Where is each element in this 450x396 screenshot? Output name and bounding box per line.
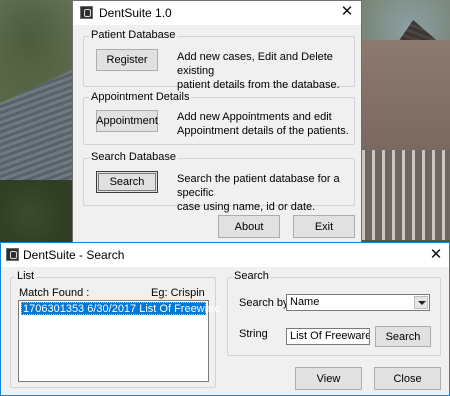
main-window-title: DentSuite 1.0 — [99, 6, 172, 20]
patient-description: Add new cases, Edit and Delete existing … — [177, 50, 361, 92]
close-icon[interactable]: ✕ — [422, 245, 450, 265]
list-group-label: List — [15, 270, 37, 283]
appointment-description-line2: Appointment details of the patients. — [177, 125, 349, 137]
tooth-app-icon — [80, 6, 93, 19]
appointment-button[interactable]: Appointment — [96, 110, 158, 132]
example-label: Eg: Crispin — [151, 287, 205, 299]
close-icon[interactable]: ✕ — [333, 2, 361, 22]
view-button[interactable]: View — [295, 367, 362, 390]
search-database-button[interactable]: Search — [96, 171, 158, 193]
register-button[interactable]: Register — [96, 49, 158, 71]
about-button[interactable]: About — [218, 215, 280, 238]
appointment-description: Add new Appointments and edit Appointmen… — [177, 110, 349, 138]
tooth-app-icon — [6, 248, 19, 261]
search-description-line2: case using name, id or date. — [177, 201, 316, 213]
search-titlebar: DentSuite - Search ✕ — [1, 243, 449, 267]
match-found-label: Match Found : — [19, 287, 90, 299]
appointment-details-label: Appointment Details — [89, 91, 192, 104]
chevron-down-icon[interactable] — [414, 296, 428, 309]
close-button[interactable]: Close — [374, 367, 441, 390]
background-roof-left — [0, 70, 72, 180]
background-porch — [362, 150, 450, 240]
search-by-select[interactable]: Name — [286, 294, 430, 311]
background-tree — [0, 180, 75, 250]
match-list[interactable]: 1706301353 6/30/2017 List Of Freeware — [18, 300, 221, 382]
main-titlebar: DentSuite 1.0 ✕ — [73, 1, 361, 25]
search-by-label: Search by — [239, 297, 289, 309]
patient-description-line1: Add new cases, Edit and Delete existing — [177, 51, 333, 77]
appointment-description-line1: Add new Appointments and edit — [177, 111, 332, 123]
search-by-value: Name — [290, 296, 320, 308]
search-button[interactable]: Search — [375, 326, 431, 347]
exit-button[interactable]: Exit — [293, 215, 355, 238]
search-description-line1: Search the patient database for a specif… — [177, 173, 340, 199]
patient-description-line2: patient details from the database. — [177, 79, 340, 91]
main-window: DentSuite 1.0 ✕ Patient Database Registe… — [72, 0, 362, 243]
search-window-title: DentSuite - Search — [23, 248, 125, 262]
string-input[interactable]: List Of Freeware — [286, 328, 370, 345]
search-description: Search the patient database for a specif… — [177, 172, 361, 214]
search-database-label: Search Database — [89, 151, 178, 164]
patient-database-label: Patient Database — [89, 29, 178, 42]
search-group-label: Search — [232, 270, 271, 283]
string-label: String — [239, 328, 268, 340]
search-window: DentSuite - Search ✕ List Match Found : … — [0, 242, 450, 396]
list-item[interactable]: 1706301353 6/30/2017 List Of Freeware — [21, 302, 221, 315]
